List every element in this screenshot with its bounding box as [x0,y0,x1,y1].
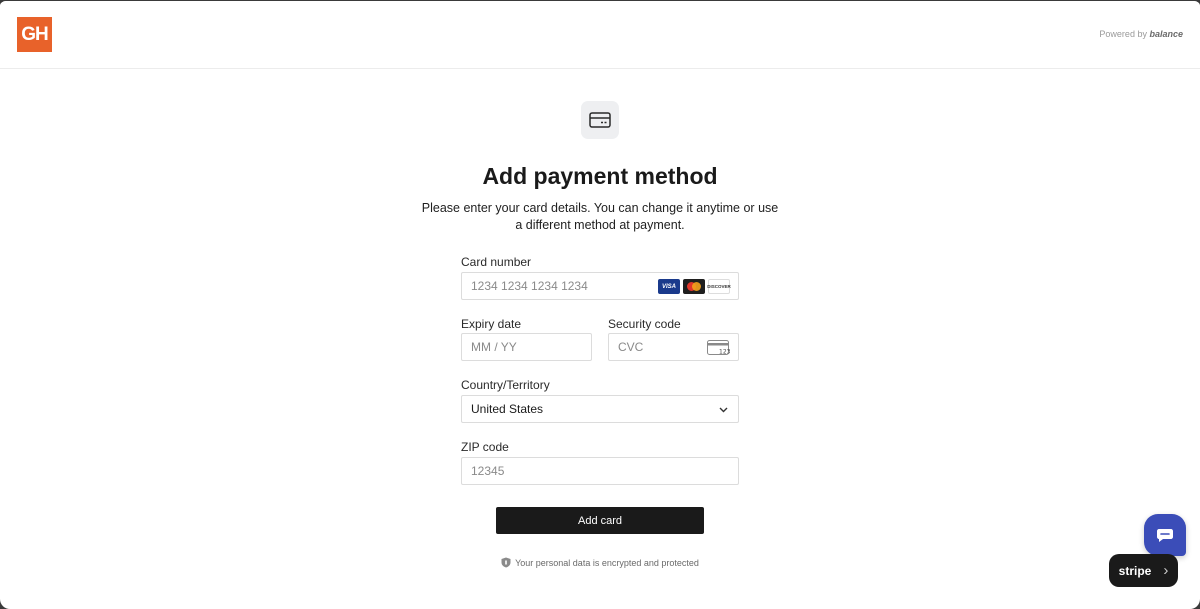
card-brand-icons: VISA DISCOVER [658,279,731,294]
discover-icon: DISCOVER [707,279,731,294]
country-selected-value: United States [471,402,544,416]
stripe-badge-button[interactable]: stripe › [1109,554,1178,587]
add-card-button[interactable]: Add card [496,507,704,534]
card-number-field[interactable]: 1234 1234 1234 1234 VISA DISCOVER [461,272,739,300]
chevron-right-icon: › [1163,562,1169,579]
security-code-label: Security code [608,317,681,331]
powered-by-prefix: Powered by [1099,29,1147,39]
country-label: Country/Territory [461,378,550,392]
powered-by: Powered by balance [1099,29,1183,39]
chat-launcher-button[interactable] [1144,514,1186,556]
cvc-card-icon: 123 [707,340,730,356]
zip-field[interactable]: 12345 [461,457,739,485]
credit-card-icon-tile [581,101,619,139]
visa-icon: VISA [658,279,680,294]
expiry-field[interactable]: MM / YY [461,333,592,361]
cvc-icon-text: 123 [719,349,730,356]
stripe-logo-text: stripe [1118,563,1152,578]
card-number-label: Card number [461,255,532,269]
page-title: Add payment method [482,163,718,189]
security-note-text: Your personal data is encrypted and prot… [515,557,699,568]
security-code-placeholder: CVC [618,340,644,354]
expiry-placeholder: MM / YY [471,340,517,354]
credit-card-icon [589,112,611,128]
page: GH Powered by balance Add payment method… [0,0,1200,609]
zip-placeholder: 12345 [471,464,505,478]
top-bar: GH Powered by balance [0,1,1200,69]
chat-bubble-icon [1157,528,1173,542]
expiry-label: Expiry date [461,317,522,331]
powered-by-brand: balance [1149,29,1183,39]
shield-icon [501,557,511,568]
gh-logo[interactable]: GH [17,17,52,52]
page-subtitle: Please enter your card details. You can … [421,201,779,232]
mastercard-icon [683,279,705,294]
country-select[interactable]: United States [461,395,739,423]
security-note: Your personal data is encrypted and prot… [0,557,1200,568]
chevron-down-icon [719,407,728,413]
card-number-placeholder: 1234 1234 1234 1234 [471,279,588,293]
security-code-field[interactable]: CVC 123 [608,333,739,361]
zip-label: ZIP code [461,440,509,454]
